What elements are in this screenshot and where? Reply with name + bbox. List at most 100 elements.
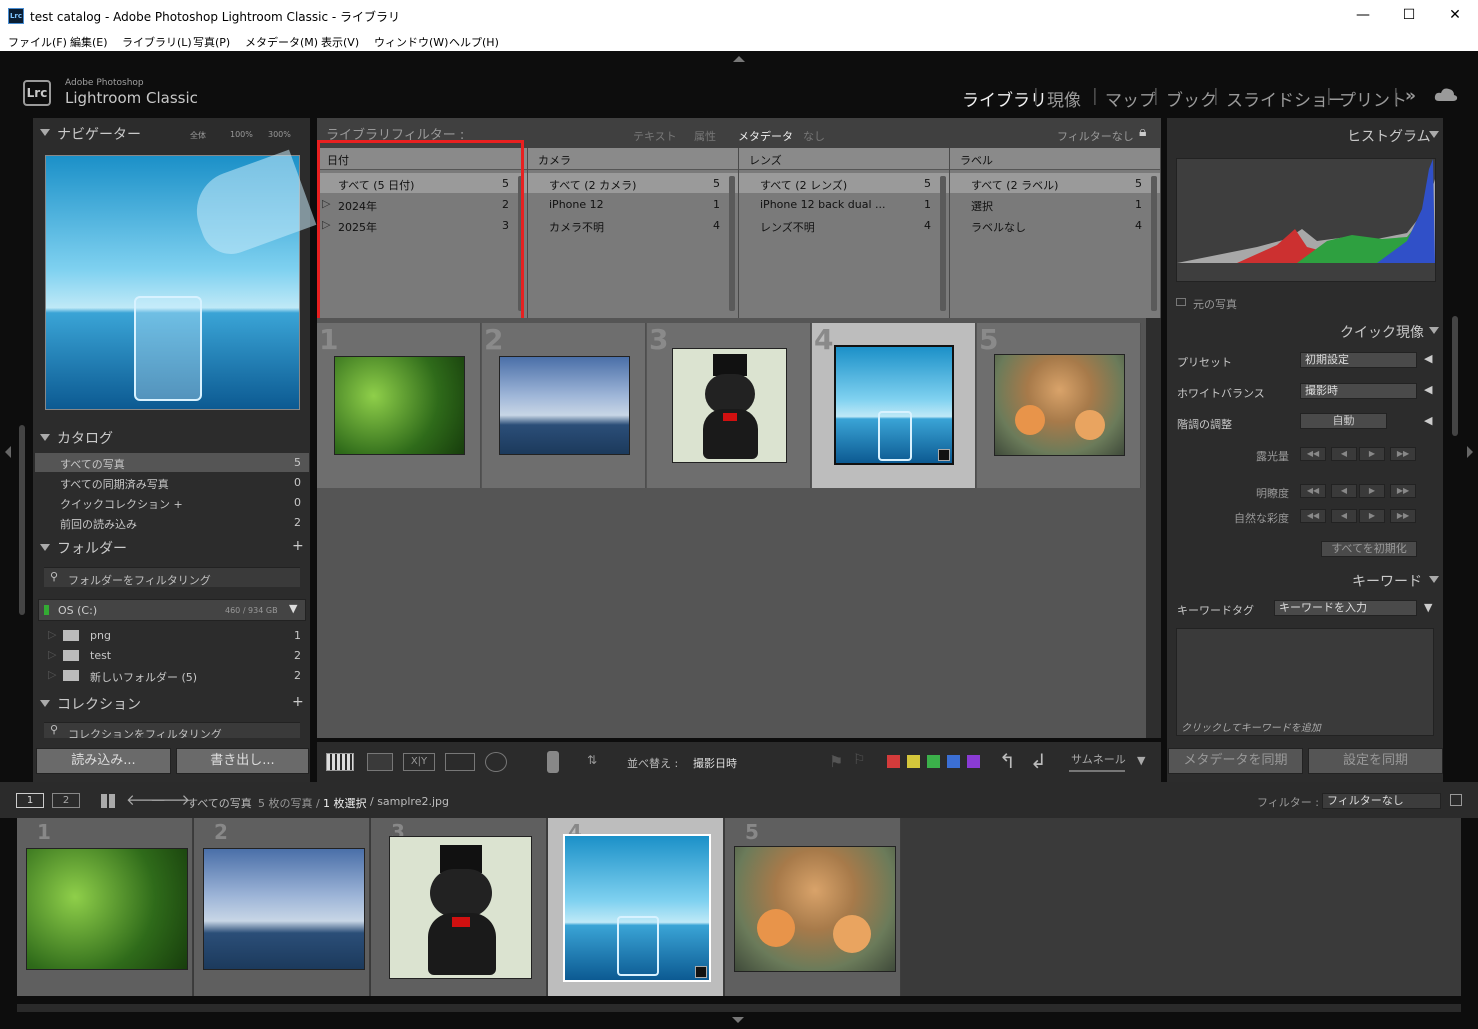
exposure-decrease-small[interactable]: ◀ — [1331, 447, 1357, 461]
filter-tab-attribute[interactable]: 属性 — [694, 128, 716, 144]
photo-thumbnail-water[interactable] — [834, 345, 954, 465]
grid-cell[interactable]: 2 — [482, 323, 646, 488]
photo-thumbnail-plant[interactable] — [334, 356, 465, 455]
filter-tab-none[interactable]: なし — [803, 128, 825, 144]
metadata-row[interactable]: カメラ不明 4 — [528, 215, 738, 235]
volume-dropdown-icon[interactable]: ▼ — [289, 602, 297, 615]
collapse-histogram-icon[interactable] — [1429, 131, 1439, 138]
metadata-row[interactable]: すべて (2 レンズ) 5 — [739, 173, 949, 193]
zoom-100[interactable]: 100% — [230, 130, 253, 139]
filter-tab-text[interactable]: テキスト — [633, 128, 677, 144]
filmstrip-thumbnail-sea[interactable] — [203, 848, 365, 970]
column-header[interactable]: レンズ — [739, 148, 949, 170]
auto-tone-button[interactable]: 自動 — [1300, 413, 1387, 429]
expand-tone-icon[interactable]: ◀ — [1424, 414, 1432, 427]
metadata-row[interactable]: ラベルなし 4 — [950, 215, 1160, 235]
rotate-left-icon[interactable]: ↰ — [999, 749, 1016, 773]
menu-photo[interactable]: 写真(P) — [193, 34, 230, 50]
metadata-row[interactable]: すべて (2 カメラ) 5 — [528, 173, 738, 193]
filmstrip-thumbnail-water[interactable] — [563, 834, 711, 982]
white-balance-select[interactable]: 撮影時 — [1300, 383, 1417, 399]
thumbnail-size-slider[interactable] — [1069, 770, 1125, 772]
sort-select[interactable]: 撮影日時 — [693, 755, 737, 771]
expand-white-balance-icon[interactable]: ◀ — [1424, 383, 1432, 396]
clarity-increase-large[interactable]: ▶▶ — [1390, 484, 1416, 498]
navigator-preview[interactable] — [45, 149, 317, 410]
export-button[interactable]: 書き出し... — [176, 748, 309, 774]
filmstrip-filter-select[interactable]: フィルターなし — [1322, 793, 1441, 809]
filter-tab-metadata[interactable]: メタデータ — [738, 128, 793, 144]
collapse-keywords-icon[interactable] — [1429, 576, 1439, 583]
collapse-quick-develop-icon[interactable] — [1429, 327, 1439, 334]
survey-view-icon[interactable] — [445, 753, 475, 771]
module-develop[interactable]: 現像 — [1047, 86, 1081, 111]
column-scrollbar[interactable] — [1151, 176, 1157, 311]
clarity-increase-small[interactable]: ▶ — [1359, 484, 1385, 498]
grid-icon[interactable] — [101, 794, 115, 808]
forward-arrow-icon[interactable]: 🡒 — [150, 790, 190, 809]
compare-view-icon[interactable]: X|Y — [403, 753, 435, 771]
original-photo-checkbox[interactable] — [1176, 298, 1186, 306]
color-label-green[interactable] — [927, 755, 940, 768]
collapse-navigator-icon[interactable] — [40, 129, 50, 136]
module-book[interactable]: ブック — [1166, 86, 1217, 111]
spray-can-icon[interactable] — [547, 751, 559, 773]
menu-metadata[interactable]: メタデータ(M) — [245, 34, 318, 50]
exposure-decrease-large[interactable]: ◀◀ — [1300, 447, 1326, 461]
catalog-item-previous-import[interactable]: 前回の読み込み 2 — [35, 513, 309, 532]
collapse-top-icon[interactable] — [733, 56, 745, 62]
clarity-decrease-small[interactable]: ◀ — [1331, 484, 1357, 498]
main-window-button[interactable]: 1 — [16, 793, 44, 808]
collapse-folders-icon[interactable] — [40, 544, 50, 551]
grid-cell[interactable]: 5 — [977, 323, 1141, 488]
folder-new-folder[interactable]: ▷ 新しいフォルダー (5) 2 — [35, 666, 309, 685]
keyword-tag-select[interactable]: キーワードを入力 — [1274, 600, 1417, 616]
add-collection-icon[interactable]: + — [292, 694, 304, 710]
exposure-increase-large[interactable]: ▶▶ — [1390, 447, 1416, 461]
zoom-300[interactable]: 300% — [268, 130, 291, 139]
catalog-item-quick-collection[interactable]: クイックコレクション +0 — [35, 493, 309, 512]
clarity-decrease-large[interactable]: ◀◀ — [1300, 484, 1326, 498]
reset-all-button[interactable]: すべてを初期化 — [1321, 541, 1417, 557]
metadata-row[interactable]: 選択 1 — [950, 194, 1160, 214]
import-button[interactable]: 読み込み... — [36, 748, 171, 774]
cloud-icon[interactable] — [1434, 86, 1458, 102]
filmstrip-cell-selected[interactable]: 4 — [548, 818, 724, 996]
grid-scrollbar-track[interactable] — [1146, 318, 1161, 738]
collapse-collections-icon[interactable] — [40, 700, 50, 707]
menu-library[interactable]: ライブラリ(L) — [122, 34, 192, 50]
keyword-input-area[interactable]: クリックしてキーワードを追加 — [1176, 628, 1434, 736]
exposure-increase-small[interactable]: ▶ — [1359, 447, 1385, 461]
grid-cell-selected[interactable]: 4 — [812, 323, 976, 488]
lock-icon[interactable]: 🔒︎ — [1139, 124, 1146, 140]
metadata-row[interactable]: レンズ不明 4 — [739, 215, 949, 235]
color-label-red[interactable] — [887, 755, 900, 768]
flag-icon[interactable]: ⚑ — [829, 752, 843, 771]
preset-select[interactable]: 初期設定 — [1300, 352, 1417, 368]
more-modules-icon[interactable]: » — [1405, 86, 1416, 106]
column-scrollbar[interactable] — [940, 176, 946, 311]
right-panel-scrollbar[interactable] — [1452, 316, 1458, 436]
add-folder-icon[interactable]: + — [292, 538, 304, 554]
folder-filter-input[interactable]: ⚲ フォルダーをフィルタリング — [44, 567, 300, 587]
folder-png[interactable]: ▷ png 1 — [35, 626, 309, 645]
vibrance-decrease-large[interactable]: ◀◀ — [1300, 509, 1326, 523]
filmstrip-cell[interactable]: 5 — [725, 818, 901, 996]
photo-thumbnail-cat-hat[interactable] — [672, 348, 787, 463]
reject-flag-icon[interactable]: ⚐ — [853, 752, 866, 768]
source-label[interactable]: すべての写真 — [187, 795, 252, 811]
catalog-item-all-photos[interactable]: すべての写真 5 — [35, 453, 309, 472]
column-header[interactable]: ラベル — [950, 148, 1160, 170]
metadata-row[interactable]: iPhone 12 back dual ... 1 — [739, 194, 949, 214]
menu-view[interactable]: 表示(V) — [321, 34, 359, 50]
filmstrip-thumbnail-cat-hat[interactable] — [389, 836, 532, 979]
second-window-button[interactable]: 2 — [52, 793, 80, 808]
filmstrip-cell[interactable]: 3 — [371, 818, 547, 996]
collapse-right-icon[interactable] — [1467, 446, 1473, 458]
menu-edit[interactable]: 編集(E) — [70, 34, 108, 50]
filmstrip-cell[interactable]: 1 — [17, 818, 193, 996]
collapse-catalog-icon[interactable] — [40, 434, 50, 441]
column-scrollbar[interactable] — [729, 176, 735, 311]
zoom-fit[interactable]: 全体 — [190, 130, 206, 141]
menu-help[interactable]: ヘルプ(H) — [449, 34, 499, 50]
